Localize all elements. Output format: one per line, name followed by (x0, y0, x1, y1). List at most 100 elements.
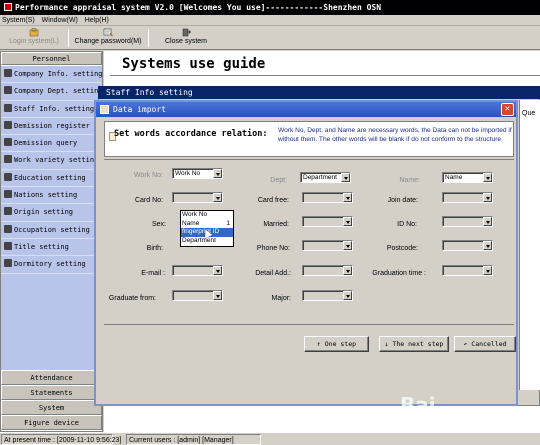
close-system-button[interactable]: Close system (158, 27, 214, 49)
nav-header-system[interactable]: System (1, 400, 102, 415)
nav-item-dormitory[interactable]: Dormitory setting (1, 256, 102, 274)
nav-item-education[interactable]: Education setting (1, 170, 102, 188)
staff-info-window-title: Staff Info setting (98, 86, 540, 99)
nav-item-title[interactable]: Title setting (1, 239, 102, 257)
chevron-down-icon (343, 241, 352, 250)
toolbar: Login system(L) Change password(M) Close… (0, 26, 540, 50)
nav-item-staff-info[interactable]: Staff Info. setting (1, 101, 102, 118)
card-free-select[interactable] (302, 192, 353, 203)
chevron-down-icon (343, 193, 352, 202)
close-system-label: Close system (164, 38, 207, 45)
app-title-bar: Performance appraisal system V2.0 [Welco… (0, 0, 540, 15)
name-label: Name: (399, 177, 420, 184)
status-bar: At present time : [2009-11-10 9:56:23] C… (0, 432, 540, 445)
work-no-select[interactable]: Work No (172, 168, 223, 179)
dialog-title: Data import (113, 105, 166, 114)
nav-item-demission-query[interactable]: Demission query (1, 135, 102, 153)
next-step-button[interactable]: ↓ The next step (379, 336, 449, 352)
nav-item-company-info[interactable]: Company Info. setting (1, 66, 102, 84)
graduate-from-label: Graduate from: (108, 295, 156, 302)
phone-no-select[interactable] (302, 240, 353, 251)
graduation-time-select[interactable] (442, 265, 493, 276)
app-title: Performance appraisal system V2.0 [Welco… (15, 3, 382, 12)
origin-icon (4, 207, 12, 216)
dialog-note: Work No, Dept. and Name are necessary wo… (278, 127, 512, 143)
detail-add-label: Detail Add.: (255, 270, 291, 277)
join-date-label: Join date: (387, 197, 418, 204)
login-system-button[interactable]: Login system(L) (3, 27, 65, 49)
married-select[interactable] (302, 216, 353, 227)
postcode-select[interactable] (442, 240, 493, 251)
chevron-down-icon (343, 291, 352, 300)
one-step-button[interactable]: ↑ One step (304, 336, 369, 352)
menu-help[interactable]: Help(H) (85, 17, 109, 24)
id-no-label: ID No: (397, 221, 417, 228)
change-password-button[interactable]: Change password(M) (72, 27, 144, 49)
dropdown-option[interactable]: Department (181, 237, 233, 246)
nav-header-statements[interactable]: Statements (1, 385, 102, 400)
name-select[interactable]: Name (442, 172, 493, 183)
id-no-select[interactable] (442, 216, 493, 227)
card-no-label: Card No: (134, 197, 163, 204)
dropdown-option[interactable]: Work No (181, 211, 233, 220)
email-label: E-mail : (141, 270, 165, 277)
toolbar-separator (148, 29, 149, 47)
current-users: Current users : [admin] [Manager] (126, 434, 261, 445)
close-system-icon (182, 28, 191, 37)
nav-item-occupation[interactable]: Occupation setting (1, 222, 102, 239)
chevron-down-icon (341, 173, 350, 182)
register-icon (4, 120, 12, 129)
staff-info-right-panel: Que (519, 100, 540, 390)
query-icon (4, 138, 12, 147)
field-mapping-form: Work No: Work No Dept: Department Name: … (104, 159, 514, 322)
dialog-icon (100, 105, 109, 114)
sex-label: Sex: (151, 221, 166, 228)
occupation-icon (4, 224, 12, 233)
join-date-select[interactable] (442, 192, 493, 203)
app-icon (4, 3, 12, 11)
detail-add-select[interactable] (302, 265, 353, 276)
data-import-dialog: Data import ✕ Set words accordance relat… (94, 100, 518, 406)
nav-item-work-variety[interactable]: Work variety setting (1, 152, 102, 170)
change-password-label: Change password(M) (74, 38, 142, 45)
nav-item-company-dept[interactable]: Company Dept. setting (1, 83, 102, 101)
guide-title: Systems use guide (110, 51, 540, 76)
graduate-from-select[interactable] (172, 290, 223, 301)
dept-label: Dept: (270, 177, 287, 184)
company-icon (4, 69, 12, 77)
nav-header-attendance[interactable]: Attendance (1, 370, 102, 385)
nav-header-figure-device[interactable]: Figure device (1, 415, 102, 430)
card-free-label: Card free: (257, 197, 289, 204)
chevron-down-icon (213, 291, 222, 300)
married-label: Married: (263, 221, 289, 228)
menu-system[interactable]: System(S) (2, 17, 35, 24)
dropdown-option[interactable]: Name 1 (181, 220, 233, 229)
cancel-button[interactable]: ↶ Cancelled (454, 336, 516, 352)
nav-header-personnel[interactable]: Personnel (1, 52, 102, 65)
work-no-label: Work No: (133, 172, 163, 179)
close-icon[interactable]: ✕ (501, 103, 514, 116)
nav-list: Company Info. setting Company Dept. sett… (1, 66, 102, 371)
graduation-time-label: Graduation time : (372, 270, 426, 277)
postcode-label: Postcode: (386, 245, 418, 252)
dept-icon (4, 86, 12, 95)
dialog-button-row: ↑ One step ↓ The next step ↶ Cancelled (104, 324, 516, 404)
nav-item-nations[interactable]: Nations setting (1, 187, 102, 205)
watermark: Bai (400, 393, 436, 417)
nav-item-demission-register[interactable]: Demission register (1, 118, 102, 136)
nav-bottom-groups: Attendance Statements System Figure devi… (1, 370, 102, 430)
chevron-down-icon (483, 173, 492, 182)
left-navigation: Personnel Company Info. setting Company … (0, 51, 103, 432)
menu-window[interactable]: Window(W) (42, 17, 78, 24)
major-select[interactable] (302, 290, 353, 301)
present-time: At present time : [2009-11-10 9:56:23] (1, 434, 121, 445)
nav-item-origin[interactable]: Origin setting (1, 204, 102, 222)
login-system-label: Login system(L) (9, 38, 59, 45)
query-label[interactable]: Que (522, 110, 535, 117)
card-no-select[interactable] (172, 192, 223, 203)
chevron-down-icon (483, 217, 492, 226)
login-icon (29, 28, 39, 37)
dialog-header-panel: Set words accordance relation: Work No, … (104, 121, 514, 157)
dept-select[interactable]: Department (300, 172, 351, 183)
email-select[interactable] (172, 265, 223, 276)
